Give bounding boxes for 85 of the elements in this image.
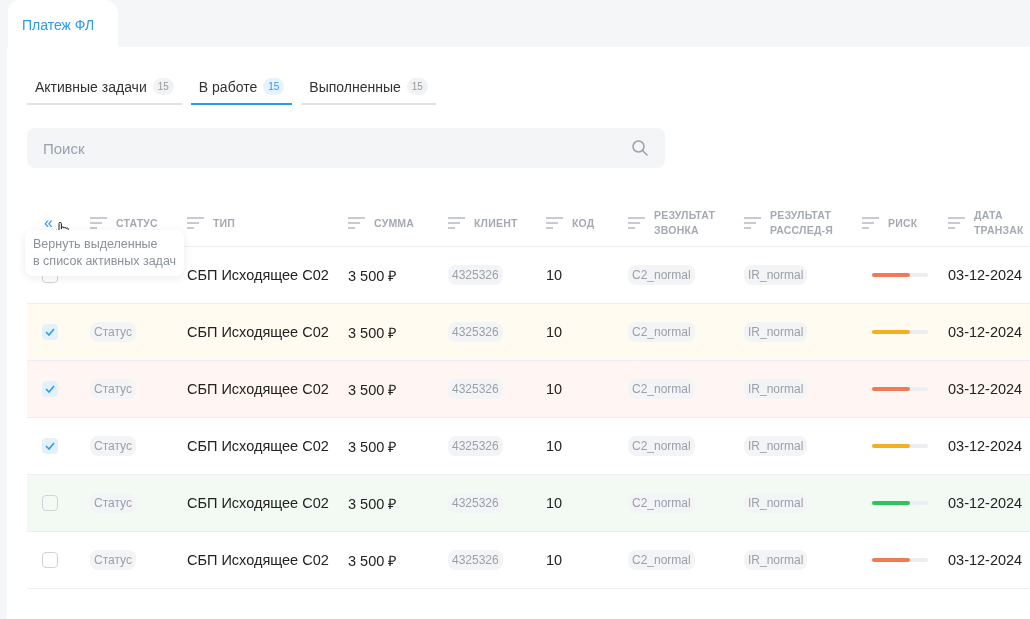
status-tag: Статус xyxy=(90,436,136,456)
sort-icon[interactable] xyxy=(744,217,761,229)
risk-bar xyxy=(872,273,928,277)
type-cell: СБП Исходящее С02 xyxy=(187,324,329,340)
code-cell: 10 xyxy=(546,381,563,397)
investigation-tag: IR_normal xyxy=(744,322,808,342)
sort-icon[interactable] xyxy=(448,217,465,229)
sort-icon[interactable] xyxy=(948,217,965,229)
column-header: РЕЗУЛЬТАТ РАССЛЕД-Я xyxy=(770,208,833,238)
column-header: ТИП xyxy=(213,215,236,231)
column-header: СТАТУС xyxy=(116,215,158,231)
investigation-tag: IR_normal xyxy=(744,436,808,456)
date-cell: 03-12-2024 xyxy=(948,552,1023,568)
risk-bar xyxy=(872,387,928,391)
call-result-tag: C2_normal xyxy=(628,379,695,399)
tab[interactable]: Активные задачи 15 xyxy=(27,74,182,105)
amount-cell-text: 3 500 ₽ xyxy=(348,381,397,399)
status-tag: Статус xyxy=(90,379,136,399)
risk-bar xyxy=(872,558,928,562)
type-cell: СБП Исходящее С02 xyxy=(187,267,329,283)
status-tag: Статус xyxy=(90,550,136,570)
type-cell: СБП Исходящее С02 xyxy=(187,552,329,568)
tab-count: 15 xyxy=(263,78,285,95)
type-cell: СБП Исходящее С02 xyxy=(187,438,329,454)
status-tag: Статус xyxy=(90,493,136,513)
tooltip: Вернуть выделенные в список активных задач xyxy=(25,230,185,276)
risk-bar xyxy=(872,501,928,505)
client-tag: 4325326 xyxy=(448,550,503,570)
call-result-tag: C2_normal xyxy=(628,436,695,456)
row-checkbox[interactable] xyxy=(42,552,58,568)
sort-icon[interactable] xyxy=(90,217,107,229)
amount-cell-text: 3 500 ₽ xyxy=(348,495,397,513)
date-cell: 03-12-2024 xyxy=(948,495,1023,511)
code-cell: 10 xyxy=(546,495,563,511)
sort-icon[interactable] xyxy=(187,217,204,229)
code-cell: 10 xyxy=(546,324,563,340)
client-tag: 4325326 xyxy=(448,493,503,513)
column-header: ДАТА ТРАНЗАК xyxy=(974,208,1024,238)
investigation-tag: IR_normal xyxy=(744,265,808,285)
client-tag: 4325326 xyxy=(448,379,503,399)
date-cell: 03-12-2024 xyxy=(948,438,1023,454)
search-field[interactable]: Поиск xyxy=(27,128,665,168)
column-header: РИСК xyxy=(888,215,918,231)
search-icon xyxy=(631,139,649,157)
date-cell: 03-12-2024 xyxy=(948,381,1023,397)
status-tag: Статус xyxy=(90,322,136,342)
tab-count: 15 xyxy=(406,78,428,95)
code-cell: 10 xyxy=(546,552,563,568)
check-icon xyxy=(45,385,55,393)
column-header: СУММА xyxy=(374,215,415,231)
sort-icon[interactable] xyxy=(862,217,879,229)
tab[interactable]: В работе 15 xyxy=(190,74,293,105)
amount-cell-text: 3 500 ₽ xyxy=(348,438,397,456)
risk-bar xyxy=(872,330,928,334)
check-icon xyxy=(45,442,55,450)
client-tag: 4325326 xyxy=(448,322,503,342)
check-icon xyxy=(45,328,55,336)
date-cell: 03-12-2024 xyxy=(948,324,1023,340)
tab[interactable]: Выполненные 15 xyxy=(301,74,436,105)
call-result-tag: C2_normal xyxy=(628,493,695,513)
investigation-tag: IR_normal xyxy=(744,493,808,513)
sort-icon[interactable] xyxy=(546,217,563,229)
date-cell: 03-12-2024 xyxy=(948,267,1023,283)
code-cell: 10 xyxy=(546,438,563,454)
client-tag: 4325326 xyxy=(448,436,503,456)
investigation-tag: IR_normal xyxy=(744,550,808,570)
tab-count: 15 xyxy=(152,78,174,95)
call-result-tag: C2_normal xyxy=(628,550,695,570)
column-header: КЛИЕНТ xyxy=(474,215,518,231)
type-cell: СБП Исходящее С02 xyxy=(187,381,329,397)
type-cell: СБП Исходящее С02 xyxy=(187,495,329,511)
sort-icon[interactable] xyxy=(628,217,645,229)
call-result-tag: C2_normal xyxy=(628,265,695,285)
client-tag: 4325326 xyxy=(448,265,503,285)
call-result-tag: C2_normal xyxy=(628,322,695,342)
row-checkbox[interactable] xyxy=(42,495,58,511)
column-header: КОД xyxy=(572,215,595,231)
amount-cell-text: 3 500 ₽ xyxy=(348,324,397,342)
amount-cell-text: 3 500 ₽ xyxy=(348,267,397,285)
sort-icon[interactable] xyxy=(348,217,365,229)
investigation-tag: IR_normal xyxy=(744,379,808,399)
amount-cell-text: 3 500 ₽ xyxy=(348,552,397,570)
risk-bar xyxy=(872,444,928,448)
column-header: РЕЗУЛЬТАТ ЗВОНКА xyxy=(654,208,716,238)
code-cell: 10 xyxy=(546,267,563,283)
